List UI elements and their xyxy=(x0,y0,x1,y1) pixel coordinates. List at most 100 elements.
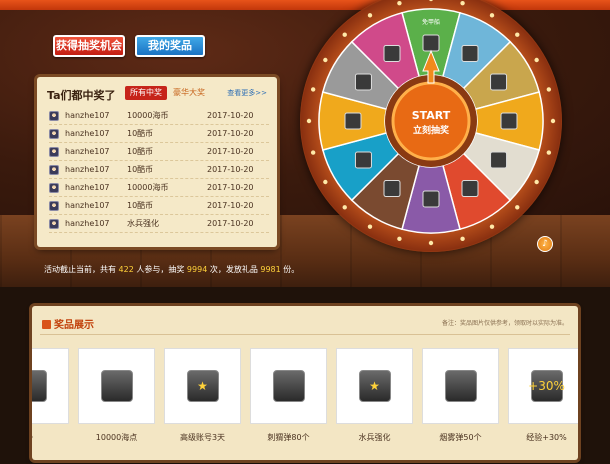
prize-card[interactable]: ★ xyxy=(164,348,241,424)
prize-carousel: 5 10000海点 ★ 高级账号3天 刺猬弹80个 ★ 水兵强化 烟雾弹50个 +30% 经验+3… xyxy=(32,348,578,458)
table-row: hanzhe107 10酷币 2017-10-20 xyxy=(49,125,269,143)
winner-date: 2017-10-20 xyxy=(207,183,254,192)
winner-user: hanzhe107 xyxy=(65,129,110,138)
winner-date: 2017-10-20 xyxy=(207,201,254,210)
prize-thumbnail-icon xyxy=(444,370,477,402)
winner-user: hanzhe107 xyxy=(65,183,110,192)
rim-light xyxy=(367,13,373,18)
my-prizes-button[interactable]: 我的奖品 xyxy=(135,35,205,57)
rim-light xyxy=(323,57,328,63)
prize-thumbnail-icon xyxy=(32,370,47,402)
avatar xyxy=(49,200,59,211)
avatar xyxy=(49,164,59,175)
table-row: hanzhe107 10酷币 2017-10-20 xyxy=(49,143,269,161)
prize-card[interactable] xyxy=(250,348,327,424)
divider xyxy=(40,334,570,335)
avatar xyxy=(49,218,59,229)
prize-card[interactable]: ★ xyxy=(336,348,413,424)
rim-light xyxy=(534,57,539,63)
winner-user: hanzhe107 xyxy=(65,201,110,210)
rim-light xyxy=(489,13,495,18)
prize-card[interactable] xyxy=(78,348,155,424)
segment-prize-icon xyxy=(422,190,440,208)
start-cn-label: 立刻抽奖 xyxy=(413,124,450,136)
segment-prize-icon xyxy=(383,44,401,62)
segment-prize-icon xyxy=(344,112,362,130)
rim-light xyxy=(342,32,347,37)
activity-stats: 活动截止当前，共有 422 人参与，抽奖 9994 次，发放礼品 9981 份。 xyxy=(44,265,300,274)
rim-light xyxy=(429,0,433,2)
table-row: hanzhe107 10000海币 2017-10-20 xyxy=(49,179,269,197)
rim-light xyxy=(428,240,434,246)
rim-light xyxy=(546,87,552,92)
prize-item[interactable]: ★ 高级账号3天 xyxy=(164,348,241,443)
prize-card[interactable] xyxy=(32,348,69,424)
winners-list: hanzhe107 10000海币 2017-10-20 hanzhe107 10酷币 2… xyxy=(49,107,269,233)
winner-date: 2017-10-20 xyxy=(207,165,254,174)
winner-date: 2017-10-20 xyxy=(207,129,254,138)
rim-light xyxy=(306,118,312,124)
prize-item[interactable]: 烟雾弹50个 xyxy=(422,348,499,443)
segment-prize-icon xyxy=(500,112,518,130)
prize-showcase-panel: 奖品展示 备注：奖品图片仅供参考，领取时以实际为准。 5 10000海点 ★ 高级账号… xyxy=(32,306,578,460)
participants-count: 422 xyxy=(118,265,134,274)
winner-prize: 水兵强化 xyxy=(127,219,159,228)
winner-date: 2017-10-20 xyxy=(207,147,254,156)
table-row: hanzhe107 10酷币 2017-10-20 xyxy=(49,197,269,215)
get-chances-button[interactable]: 获得抽奖机会 xyxy=(53,35,125,57)
prize-label: 烟雾弹50个 xyxy=(439,433,482,442)
winner-prize: 10酷币 xyxy=(127,165,154,174)
rim-light xyxy=(367,224,373,229)
lottery-wheel: 免甲船 START 立刻抽奖 xyxy=(300,0,562,262)
gift-icon xyxy=(42,320,51,329)
rim-light xyxy=(550,118,556,124)
prize-label: 10000海点 xyxy=(95,433,138,442)
segment-prize-icon xyxy=(461,44,479,62)
segment-prize-icon xyxy=(461,180,479,198)
sound-toggle-icon[interactable]: ♪ xyxy=(537,236,553,252)
avatar xyxy=(49,182,59,193)
avatar xyxy=(49,110,59,121)
prize-item[interactable]: 5 xyxy=(32,348,69,441)
rim-light xyxy=(460,0,465,6)
prize-label: 5 xyxy=(32,432,69,441)
rim-light xyxy=(310,87,316,92)
prize-item[interactable]: +30% 经验+30% xyxy=(508,348,578,443)
winner-prize: 10酷币 xyxy=(127,129,154,138)
winner-user: hanzhe107 xyxy=(65,111,110,120)
view-more-link[interactable]: 查看更多>> xyxy=(227,88,267,98)
tab-luxury-prizes[interactable]: 豪华大奖 xyxy=(173,86,205,100)
segment-prize-icon xyxy=(422,34,440,52)
start-label: START xyxy=(412,109,451,122)
winner-user: hanzhe107 xyxy=(65,219,110,228)
prize-item[interactable]: 10000海点 xyxy=(78,348,155,443)
rim-light xyxy=(515,205,520,210)
winner-date: 2017-10-20 xyxy=(207,219,254,228)
draws-count: 9994 xyxy=(186,265,208,274)
prize-card[interactable]: +30% xyxy=(508,348,578,424)
winner-user: hanzhe107 xyxy=(65,165,110,174)
prize-item[interactable]: ★ 水兵强化 xyxy=(336,348,413,443)
rim-light xyxy=(515,32,520,37)
prize-item[interactable]: 刺猬弹80个 xyxy=(250,348,327,443)
avatar xyxy=(49,128,59,139)
segment-prize-icon xyxy=(490,73,508,91)
prize-label: 水兵强化 xyxy=(358,433,391,442)
rim-light xyxy=(323,179,328,185)
rim-light xyxy=(342,205,347,210)
prize-label: 刺猬弹80个 xyxy=(267,433,310,442)
showcase-note: 备注：奖品图片仅供参考，领取时以实际为准。 xyxy=(441,320,568,327)
prize-label: 经验+30% xyxy=(526,433,567,442)
prize-thumbnail-icon: +30% xyxy=(528,370,565,402)
showcase-title: 奖品展示 xyxy=(42,316,94,331)
table-row: hanzhe107 10000海币 2017-10-20 xyxy=(49,107,269,125)
rim-light xyxy=(546,150,552,155)
rim-light xyxy=(489,224,495,229)
prize-thumbnail-icon: ★ xyxy=(358,370,391,402)
tab-all-winners[interactable]: 所有中奖 xyxy=(125,86,167,100)
rim-light xyxy=(534,179,539,185)
table-row: hanzhe107 10酷币 2017-10-20 xyxy=(49,161,269,179)
segment-label: 免甲船 xyxy=(422,18,440,26)
prize-thumbnail-icon xyxy=(100,370,133,402)
prize-card[interactable] xyxy=(422,348,499,424)
